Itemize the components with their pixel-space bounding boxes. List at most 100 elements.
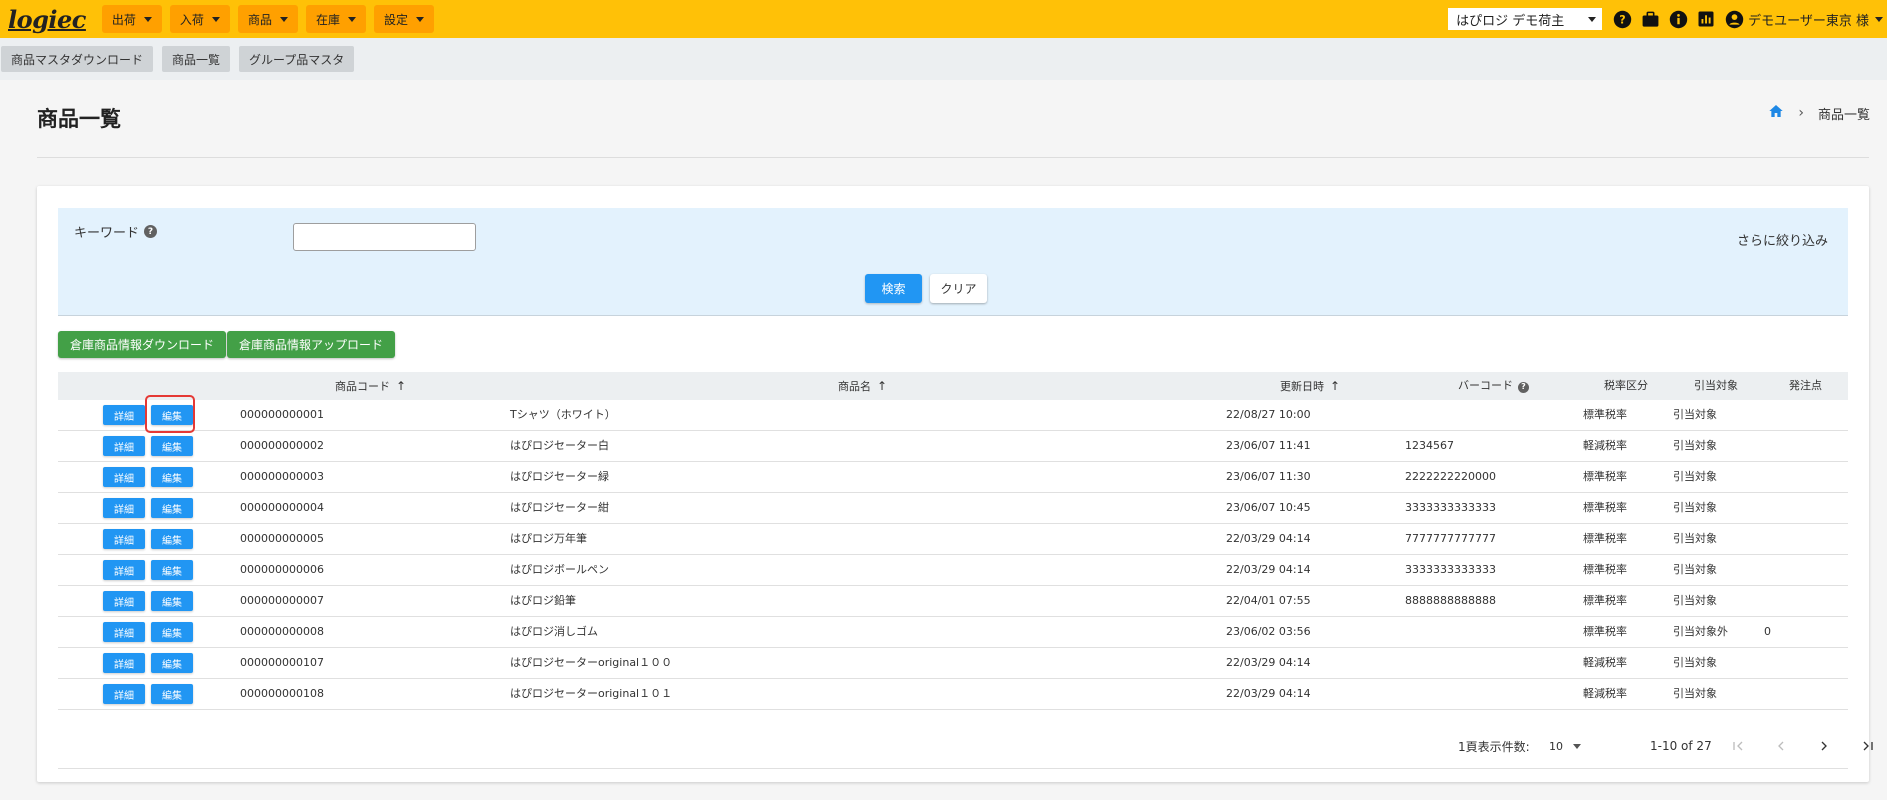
- user-name[interactable]: デモユーザー東京 様: [1748, 10, 1869, 29]
- cell-allocation: 引当対象: [1673, 408, 1717, 421]
- detail-button[interactable]: 詳細: [103, 591, 145, 611]
- search-button[interactable]: 検索: [865, 274, 922, 303]
- table-row: 詳細 編集 000000000108 はぴロジセーターoriginal１０１ 22/03…: [58, 679, 1848, 710]
- edit-button[interactable]: 編集: [151, 467, 193, 487]
- header-updated[interactable]: 更新日時 ↑: [1280, 372, 1340, 400]
- menu-settings[interactable]: 設定: [373, 5, 434, 33]
- briefcase-icon[interactable]: [1640, 9, 1660, 29]
- shipper-select[interactable]: はぴロジ デモ荷主: [1448, 8, 1603, 30]
- advanced-filter-link[interactable]: さらに絞り込み: [1737, 230, 1828, 249]
- detail-button[interactable]: 詳細: [103, 529, 145, 549]
- edit-button[interactable]: 編集: [151, 436, 193, 456]
- cell-updated: 22/03/29 04:14: [1226, 687, 1311, 700]
- subnav-product-list[interactable]: 商品一覧: [162, 46, 231, 72]
- header-name[interactable]: 商品名 ↑: [838, 372, 887, 400]
- cell-updated: 23/06/02 03:56: [1226, 625, 1311, 638]
- chevron-down-icon[interactable]: [1875, 16, 1883, 22]
- clear-button[interactable]: クリア: [930, 274, 987, 303]
- warehouse-product-download-button[interactable]: 倉庫商品情報ダウンロード: [58, 331, 227, 358]
- edit-button[interactable]: 編集: [151, 560, 193, 580]
- info-icon[interactable]: [1668, 9, 1688, 29]
- cell-updated: 22/08/27 10:00: [1226, 408, 1311, 421]
- cell-barcode: 7777777777777: [1405, 532, 1496, 545]
- cell-allocation: 引当対象: [1673, 470, 1717, 483]
- product-table: 商品コード ↑ 商品名 ↑ 更新日時 ↑ バーコード? 税率区分 引当対象 発注点 詳…: [58, 372, 1848, 710]
- edit-button[interactable]: 編集: [151, 684, 193, 704]
- menu-receiving[interactable]: 入荷: [169, 5, 230, 33]
- cell-name: はぴロジセーターoriginal１００: [510, 656, 673, 669]
- cell-updated: 22/04/01 07:55: [1226, 594, 1311, 607]
- cell-name: はぴロジセーター白: [510, 439, 609, 452]
- per-page-select[interactable]: 10: [1549, 724, 1581, 768]
- detail-button[interactable]: 詳細: [103, 405, 145, 425]
- edit-button[interactable]: 編集: [151, 622, 193, 642]
- prev-page-icon[interactable]: [1771, 736, 1791, 756]
- cell-name: はぴロジセーター紺: [510, 501, 609, 514]
- cell-barcode: 2222222220000: [1405, 470, 1496, 483]
- cell-code: 000000000007: [240, 594, 324, 607]
- cell-tax: 軽減税率: [1583, 439, 1627, 452]
- header-barcode: バーコード?: [1458, 372, 1529, 400]
- title-divider: [37, 157, 1869, 158]
- detail-button[interactable]: 詳細: [103, 653, 145, 673]
- detail-button[interactable]: 詳細: [103, 560, 145, 580]
- home-icon[interactable]: [1768, 103, 1784, 123]
- subnav-group-product-master[interactable]: グループ品マスタ: [239, 46, 355, 72]
- sort-arrow-icon: ↑: [396, 379, 407, 393]
- cell-allocation: 引当対象: [1673, 532, 1717, 545]
- caret-down-icon: [211, 16, 220, 22]
- next-page-icon[interactable]: [1814, 736, 1834, 756]
- cell-code: 000000000002: [240, 439, 324, 452]
- menu-label: 入荷: [179, 12, 204, 27]
- help-circle-icon[interactable]: ?: [1612, 9, 1632, 29]
- header-tax: 税率区分: [1604, 379, 1648, 392]
- table-row: 詳細 編集 000000000005 はぴロジ万年筆 22/03/29 04:14 777…: [58, 524, 1848, 555]
- cell-code: 000000000001: [240, 408, 324, 421]
- page-title: 商品一覧: [37, 107, 121, 131]
- detail-button[interactable]: 詳細: [103, 467, 145, 487]
- detail-button[interactable]: 詳細: [103, 622, 145, 642]
- cell-name: はぴロジボールペン: [510, 563, 609, 576]
- last-page-icon[interactable]: [1858, 736, 1878, 756]
- cell-code: 000000000006: [240, 563, 324, 576]
- caret-down-icon: [279, 16, 288, 22]
- cell-tax: 標準税率: [1583, 470, 1627, 483]
- menu-inventory[interactable]: 在庫: [305, 5, 366, 33]
- logo[interactable]: logiec: [8, 5, 86, 34]
- account-circle-icon[interactable]: [1724, 9, 1744, 29]
- header-updated-label: 更新日時: [1280, 380, 1324, 393]
- cell-barcode: 8888888888888: [1405, 594, 1496, 607]
- edit-button[interactable]: 編集: [151, 653, 193, 673]
- top-right-tools: はぴロジ デモ荷主 ? デモユーザー東京 様: [1448, 0, 1887, 38]
- sort-arrow-icon: ↑: [877, 379, 888, 393]
- menu-products[interactable]: 商品: [237, 5, 298, 33]
- keyword-label-text: キーワード: [74, 226, 140, 241]
- cell-allocation: 引当対象: [1673, 594, 1717, 607]
- cell-updated: 22/03/29 04:14: [1226, 532, 1311, 545]
- edit-button[interactable]: 編集: [151, 405, 193, 425]
- edit-button[interactable]: 編集: [151, 591, 193, 611]
- table-header: 商品コード ↑ 商品名 ↑ 更新日時 ↑ バーコード? 税率区分 引当対象 発注点: [58, 372, 1848, 400]
- cell-updated: 22/03/29 04:14: [1226, 656, 1311, 669]
- subnav-product-master-download[interactable]: 商品マスタダウンロード: [1, 46, 154, 72]
- help-icon[interactable]: ?: [1518, 381, 1529, 393]
- first-page-icon[interactable]: [1728, 736, 1748, 756]
- header-barcode-label: バーコード: [1458, 379, 1513, 392]
- detail-button[interactable]: 詳細: [103, 684, 145, 704]
- svg-text:?: ?: [1619, 13, 1625, 26]
- header-code[interactable]: 商品コード ↑: [335, 372, 406, 400]
- warehouse-product-upload-button[interactable]: 倉庫商品情報アップロード: [227, 331, 396, 358]
- bar-chart-icon[interactable]: [1696, 9, 1716, 29]
- menu-shipping[interactable]: 出荷: [101, 5, 162, 33]
- keyword-input[interactable]: [293, 223, 476, 251]
- cell-updated: 23/06/07 10:45: [1226, 501, 1311, 514]
- table-row: 詳細 編集 000000000004 はぴロジセーター紺 23/06/07 10:45 3…: [58, 493, 1848, 524]
- cell-tax: 標準税率: [1583, 625, 1627, 638]
- detail-button[interactable]: 詳細: [103, 498, 145, 518]
- detail-button[interactable]: 詳細: [103, 436, 145, 456]
- per-page-value: 10: [1549, 739, 1563, 753]
- edit-button[interactable]: 編集: [151, 498, 193, 518]
- help-icon[interactable]: ?: [144, 225, 158, 238]
- cell-code: 000000000107: [240, 656, 324, 669]
- edit-button[interactable]: 編集: [151, 529, 193, 549]
